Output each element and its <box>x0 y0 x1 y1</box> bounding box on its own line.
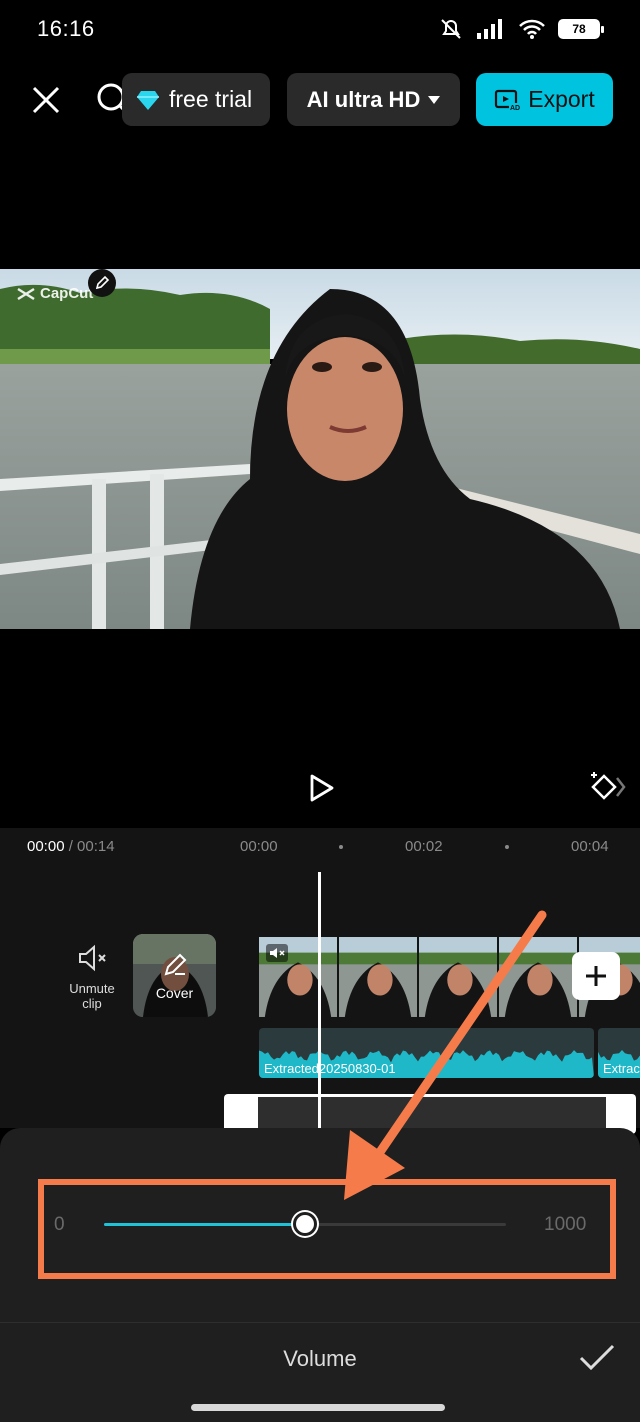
audio-track-label: Extracted20250830-01 <box>264 1061 396 1076</box>
keyframe-icon[interactable] <box>588 770 628 804</box>
audio-track2-label: Extrac <box>603 1061 640 1076</box>
annotation-highlight-box <box>38 1179 616 1279</box>
cover-label: Cover <box>155 985 194 1001</box>
cover-button[interactable]: Cover <box>133 934 216 1017</box>
current-time: 00:00 <box>27 838 65 855</box>
svg-text:AD: AD <box>510 105 520 112</box>
diamond-icon <box>137 90 159 110</box>
timeline-dot <box>505 845 509 849</box>
mute-notification-icon <box>441 19 461 39</box>
divider <box>0 1322 640 1323</box>
pencil-icon <box>164 953 187 976</box>
status-time: 16:16 <box>37 16 95 41</box>
unmute-label-line2: clip <box>82 996 102 1011</box>
video-frame <box>0 269 640 629</box>
quality-dropdown[interactable]: AI ultra HD <box>287 73 460 126</box>
speaker-muted-icon <box>79 944 106 972</box>
wifi-icon <box>519 19 545 39</box>
play-icon[interactable] <box>303 770 339 806</box>
unmute-clip-button[interactable]: Unmute clip <box>60 944 124 1011</box>
audio-track[interactable]: Extracted20250830-01 <box>259 1028 594 1078</box>
clip-thumbnail <box>419 936 499 1018</box>
free-trial-label: free trial <box>169 86 253 112</box>
video-preview[interactable]: CapCut <box>0 269 640 629</box>
home-indicator[interactable] <box>191 1404 445 1411</box>
edit-watermark-button[interactable] <box>88 269 116 297</box>
volume-panel: 0 1000 Volume <box>0 1128 640 1422</box>
caret-down-icon <box>428 95 441 104</box>
status-icons: 78 <box>438 14 604 44</box>
clip-thumbnail <box>499 936 579 1018</box>
quality-label: AI ultra HD <box>306 86 421 112</box>
timeline[interactable]: 00:00 / 00:14 00:00 00:02 00:04 Unmute c… <box>0 828 640 1134</box>
pencil-icon <box>95 275 110 290</box>
export-icon: AD <box>495 89 520 112</box>
clip-muted-icon <box>266 944 288 962</box>
close-icon[interactable] <box>28 82 64 118</box>
total-time: / 00:14 <box>68 838 115 855</box>
battery-icon: 78 <box>558 19 604 39</box>
unmute-label: Unmute clip <box>60 981 124 1011</box>
status-bar: 16:16 78 <box>0 0 640 56</box>
plus-icon <box>586 966 606 986</box>
audio-track-2[interactable]: Extrac <box>598 1028 640 1078</box>
timeline-tick: 00:00 <box>240 838 278 855</box>
timeline-dot <box>339 845 343 849</box>
free-trial-button[interactable]: free trial <box>122 73 270 126</box>
panel-title: Volume <box>283 1346 357 1371</box>
export-button[interactable]: AD Export <box>476 73 613 126</box>
unmute-label-line1: Unmute <box>69 981 115 996</box>
capcut-logo-icon <box>17 287 35 300</box>
checkmark-icon[interactable] <box>578 1340 616 1376</box>
add-clip-button[interactable] <box>572 952 620 1000</box>
timecode: 00:00 / 00:14 <box>27 838 115 855</box>
export-label: Export <box>528 86 595 112</box>
timeline-tick: 00:02 <box>405 838 443 855</box>
timeline-tick: 00:04 <box>571 838 609 855</box>
top-toolbar: free trial AI ultra HD AD Export <box>0 68 640 130</box>
capcut-watermark: CapCut <box>16 285 93 302</box>
watermark-text: CapCut <box>40 285 94 302</box>
signal-icon <box>477 19 502 39</box>
playhead[interactable] <box>318 872 321 1128</box>
clip-thumbnail <box>339 936 419 1018</box>
